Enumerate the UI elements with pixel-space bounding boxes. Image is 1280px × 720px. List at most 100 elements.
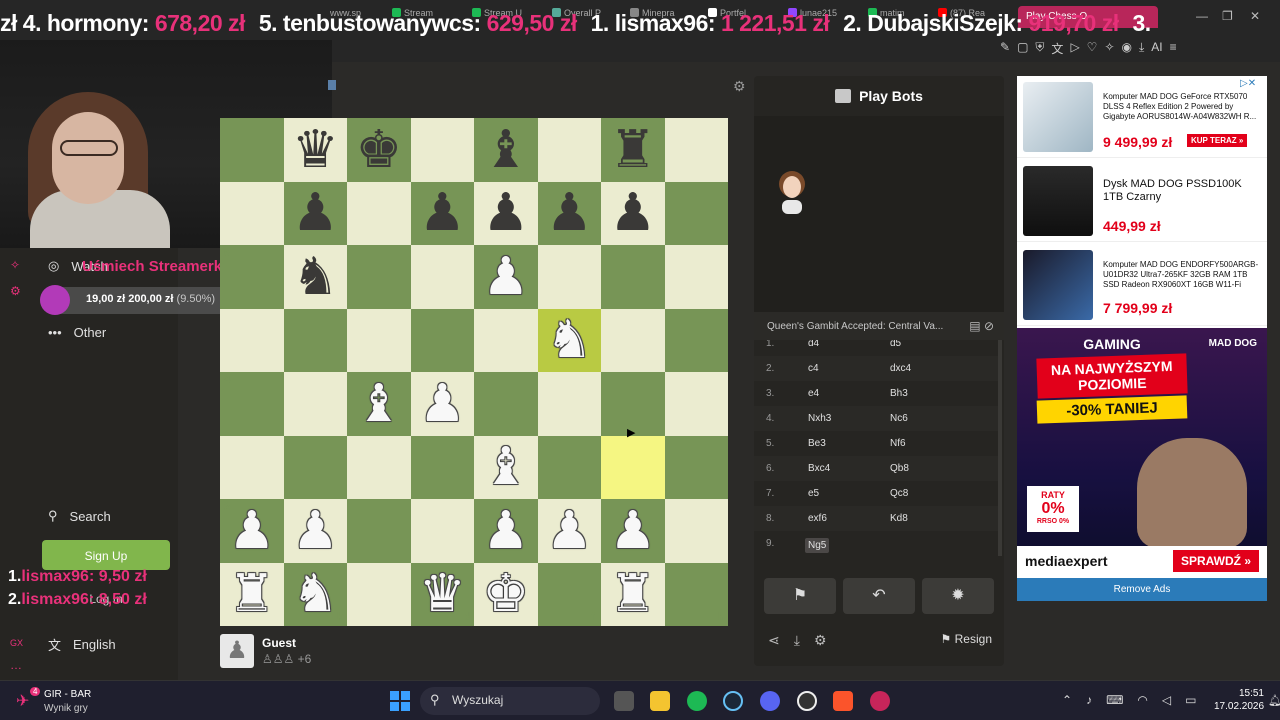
square-h8[interactable]	[664, 118, 728, 182]
white-bishop-c4[interactable]: ♝	[347, 372, 411, 436]
move-white[interactable]: Ng5	[805, 538, 830, 553]
heart-icon[interactable]: ♡	[1087, 40, 1098, 56]
move-white[interactable]: Be3	[808, 438, 826, 449]
square-g6[interactable]	[601, 245, 665, 309]
move-black[interactable]: Bh3	[890, 388, 908, 399]
square-b3[interactable]	[283, 435, 347, 499]
black-king-c8[interactable]: ♚	[347, 118, 411, 182]
obs-icon[interactable]	[797, 691, 817, 711]
square-a7[interactable]	[220, 181, 284, 245]
square-d5[interactable]	[410, 308, 474, 372]
move-black[interactable]: Qc8	[890, 488, 908, 499]
white-pawn-b2[interactable]: ♟	[284, 499, 348, 563]
explore-icon[interactable]: ⊘	[984, 319, 994, 333]
move-white[interactable]: Nxh3	[808, 413, 831, 424]
square-f8[interactable]	[537, 118, 601, 182]
black-pawn-d7[interactable]: ♟	[411, 182, 475, 246]
undo-button[interactable]: ↶	[843, 578, 915, 614]
profile-icon[interactable]: ◉	[1122, 40, 1132, 56]
volume-icon[interactable]: ◁	[1162, 693, 1171, 707]
opera-gx-icon[interactable]	[870, 691, 890, 711]
square-c7[interactable]	[347, 181, 411, 245]
square-f6[interactable]	[537, 245, 601, 309]
square-e4[interactable]	[474, 372, 538, 436]
black-bishop-e8[interactable]: ♝	[474, 118, 538, 182]
square-h4[interactable]	[664, 372, 728, 436]
menu-icon[interactable]: ≡	[1170, 40, 1177, 56]
square-c6[interactable]	[347, 245, 411, 309]
taskbar-clock[interactable]: 15:51 17.02.2026	[1214, 687, 1264, 713]
move-black[interactable]: dxc4	[890, 363, 911, 374]
settings-icon[interactable]: ⚙	[814, 632, 827, 649]
square-a8[interactable]	[220, 118, 284, 182]
mic-icon[interactable]: ♪	[1086, 693, 1092, 707]
white-pawn-f2[interactable]: ♟	[538, 499, 602, 563]
square-c2[interactable]	[347, 499, 411, 563]
notifications-bell-icon[interactable]: 🔔︎	[1268, 694, 1280, 707]
steam-icon[interactable]	[723, 691, 743, 711]
square-h6[interactable]	[664, 245, 728, 309]
black-pawn-e7[interactable]: ♟	[474, 182, 538, 246]
adchoices-icon[interactable]: ▷✕	[1240, 78, 1256, 89]
square-b4[interactable]	[283, 372, 347, 436]
spotify-icon[interactable]	[687, 691, 707, 711]
black-queen-b8[interactable]: ♛	[284, 118, 348, 182]
move-list-scrollbar[interactable]	[998, 340, 1002, 556]
square-g5[interactable]	[601, 308, 665, 372]
move-white[interactable]: e5	[808, 488, 819, 499]
resign-button[interactable]: ⚑ Resign	[941, 632, 992, 646]
square-c5[interactable]	[347, 308, 411, 372]
white-knight-f5[interactable]: ♞	[538, 309, 602, 373]
move-white[interactable]: exf6	[808, 513, 827, 524]
move-black[interactable]: d5	[890, 340, 901, 349]
square-g3[interactable]	[601, 435, 665, 499]
move-black[interactable]: Kd8	[890, 513, 908, 524]
black-rook-g8[interactable]: ♜	[601, 118, 665, 182]
nav-other[interactable]: ••• Other	[48, 322, 106, 342]
shield-icon[interactable]: ⛨	[1035, 40, 1044, 56]
white-pawn-d4[interactable]: ♟	[411, 372, 475, 436]
white-pawn-g2[interactable]: ♟	[601, 499, 665, 563]
remove-ads-button[interactable]: Remove Ads	[1017, 578, 1267, 601]
move-black[interactable]: Qb8	[890, 463, 909, 474]
white-pawn-e6[interactable]: ♟	[474, 245, 538, 309]
keyboard-icon[interactable]: ⌨	[1106, 693, 1123, 707]
square-c3[interactable]	[347, 435, 411, 499]
ad-banner[interactable]: GAMING MAD DOG NA NAJWYŻSZYM POZIOMIE -3…	[1017, 328, 1267, 576]
square-b5[interactable]	[283, 308, 347, 372]
battery-icon[interactable]: ▭	[1185, 693, 1196, 707]
board-settings-icon[interactable]: ⚙	[733, 78, 746, 95]
square-d3[interactable]	[410, 435, 474, 499]
nav-language[interactable]: 文 English	[48, 634, 116, 654]
move-white[interactable]: Bxc4	[808, 463, 830, 474]
square-h7[interactable]	[664, 181, 728, 245]
black-pawn-f7[interactable]: ♟	[538, 182, 602, 246]
play-icon[interactable]: ▷	[1070, 40, 1079, 56]
book-icon[interactable]: ▤	[969, 319, 980, 333]
start-button[interactable]	[390, 691, 410, 711]
ad-product[interactable]: Dysk MAD DOG PSSD100K 1TB Czarny 449,99 …	[1017, 160, 1267, 242]
extensions-icon[interactable]: ✧	[1104, 40, 1114, 56]
black-pawn-b7[interactable]: ♟	[284, 182, 348, 246]
square-d8[interactable]	[410, 118, 474, 182]
square-f3[interactable]	[537, 435, 601, 499]
square-e5[interactable]	[474, 308, 538, 372]
hint-button[interactable]: ✹	[922, 578, 994, 614]
black-knight-b6[interactable]: ♞	[284, 245, 348, 309]
square-h5[interactable]	[664, 308, 728, 372]
ai-button[interactable]: AI	[1151, 40, 1162, 56]
move-white[interactable]: c4	[808, 363, 819, 374]
chevron-up-icon[interactable]: ⌃	[1062, 693, 1072, 707]
discord-icon[interactable]	[760, 691, 780, 711]
bot-avatar[interactable]	[776, 170, 808, 214]
wifi-icon[interactable]: ◠	[1137, 693, 1147, 707]
flag-button[interactable]: ⚑	[764, 578, 836, 614]
chess-board[interactable]: ♛ ♚ ♝ ♜ ♟ ♟ ♟ ♟ ♟ ♞ ♟ ♞ ♝ ♟ ♝ ♟ ♟ ♟ ♟ ♟ ♜ ♞ ♛ ♚ ♜ 6 5 4 3 2 1 a b c d e f g h	[220, 118, 728, 626]
move-white[interactable]: e4	[808, 388, 819, 399]
square-h3[interactable]	[664, 435, 728, 499]
ad-product[interactable]: Komputer MAD DOG ENDORFY500ARGB-U01DR32 …	[1017, 244, 1267, 326]
nav-search[interactable]: ⚲ Search	[48, 506, 111, 526]
pin-icon[interactable]: ✎	[1000, 40, 1010, 56]
buy-now-button[interactable]: KUP TERAZ »	[1187, 134, 1248, 147]
square-d6[interactable]	[410, 245, 474, 309]
